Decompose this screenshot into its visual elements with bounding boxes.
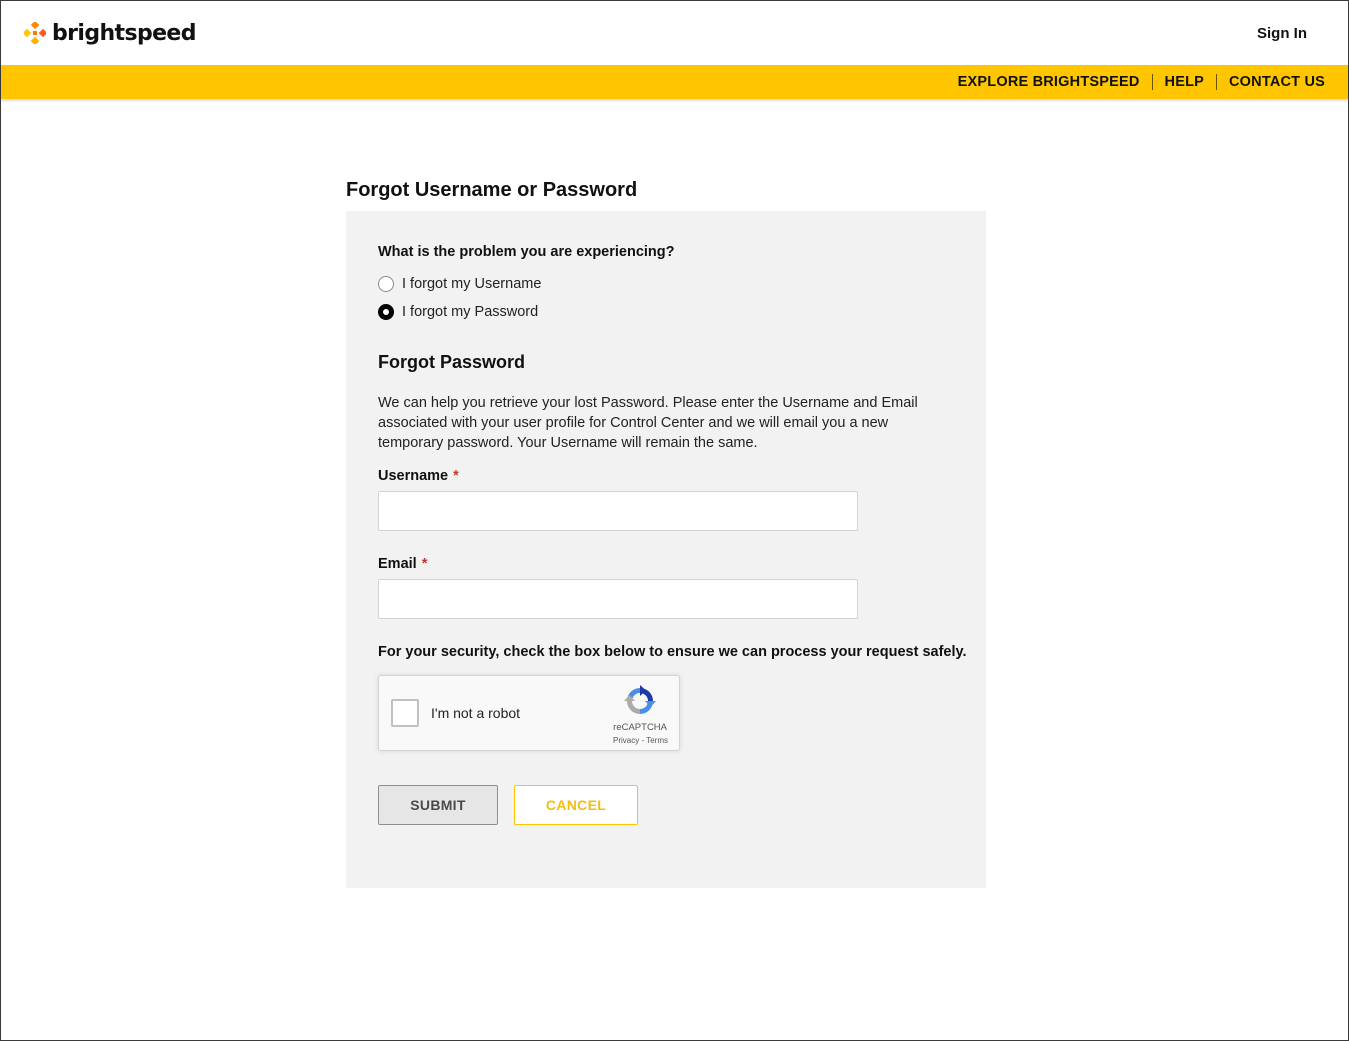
nav-contact-us[interactable]: CONTACT US [1217,74,1325,90]
recaptcha-widget: I'm not a robot reCAPTCHA Privacy - Term… [378,675,680,751]
page-title: Forgot Username or Password [346,179,638,201]
option-forgot-password[interactable]: I forgot my Password [378,304,538,320]
recaptcha-privacy-terms[interactable]: Privacy - Terms [613,736,668,745]
email-label: Email * [378,556,427,572]
description-text: We can help you retrieve your lost Passw… [378,395,918,451]
security-notice: For your security, check the box below t… [378,644,967,660]
username-label: Username * [378,468,459,484]
problem-question: What is the problem you are experiencing… [378,244,675,260]
cancel-button[interactable]: CANCEL [514,785,638,825]
email-label-text: Email [378,556,417,572]
radio-label-password: I forgot my Password [402,304,539,320]
radio-forgot-password[interactable] [378,304,394,320]
section-title: Forgot Password [378,352,526,372]
nav-help[interactable]: HELP [1153,74,1216,90]
nav-explore-brightspeed[interactable]: EXPLORE BRIGHTSPEED [946,74,1152,90]
brightspeed-logo-icon [24,22,46,44]
username-label-text: Username [378,468,449,484]
recaptcha-label: I'm not a robot [431,705,521,721]
header: brightspeed Sign In [1,1,1348,65]
email-input[interactable] [378,579,858,619]
required-asterisk: * [453,468,459,484]
radio-forgot-username[interactable] [378,276,394,292]
brightspeed-logo[interactable]: brightspeed [24,18,197,48]
radio-label-username: I forgot my Username [402,276,542,292]
recaptcha-brand: reCAPTCHA [613,722,667,733]
forgot-form-panel: What is the problem you are experiencing… [346,211,986,888]
option-forgot-username[interactable]: I forgot my Username [378,276,541,292]
username-input[interactable] [378,491,858,531]
top-nav: EXPLORE BRIGHTSPEED HELP CONTACT US [946,65,1325,99]
sign-in-link[interactable]: Sign In [1257,25,1307,42]
logo-text: brightspeed [52,20,197,46]
top-nav-bar: EXPLORE BRIGHTSPEED HELP CONTACT US [1,65,1348,99]
recaptcha-checkbox[interactable] [391,699,419,727]
recaptcha-icon [624,685,656,714]
required-asterisk: * [421,556,428,572]
submit-button[interactable]: SUBMIT [378,785,498,825]
